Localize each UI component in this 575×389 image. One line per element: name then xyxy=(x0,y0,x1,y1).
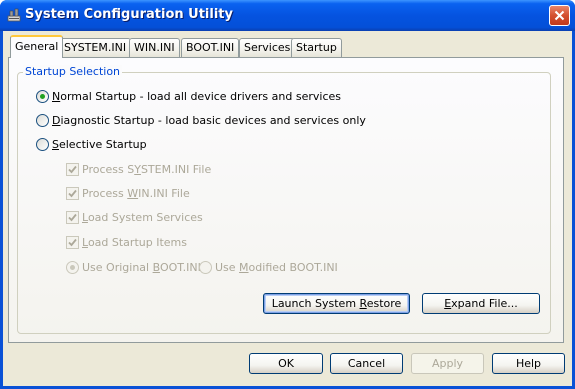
tab-label: WIN.INI xyxy=(134,41,175,54)
close-icon xyxy=(554,10,565,21)
launch-system-restore-label: Launch System Restore xyxy=(271,297,402,310)
checkbox-indicator xyxy=(66,211,79,224)
tab-system-ini[interactable]: SYSTEM.INI xyxy=(59,38,132,57)
checkmark-icon xyxy=(68,213,77,222)
tab-label: BOOT.INI xyxy=(186,41,235,54)
tab-boot-ini[interactable]: BOOT.INI xyxy=(181,38,240,57)
use-modified-boot-ini-label: Use Modified BOOT.INI xyxy=(215,261,338,274)
use-original-boot-ini-label: Use Original BOOT.INI xyxy=(82,261,201,274)
checkmark-icon xyxy=(68,238,77,247)
normal-startup-radio[interactable]: Normal Startup - load all device drivers… xyxy=(36,90,341,103)
startup-selection-group: Startup Selection Normal Startup - load … xyxy=(17,65,551,334)
tab-general[interactable]: General xyxy=(10,35,64,58)
apply-label: Apply xyxy=(431,357,464,370)
dialog-client-area: General SYSTEM.INI WIN.INI BOOT.INI Serv… xyxy=(3,31,572,386)
expand-file-button[interactable]: Expand File... xyxy=(422,293,540,314)
cancel-label: Cancel xyxy=(347,357,386,370)
launch-system-restore-button[interactable]: Launch System Restore xyxy=(263,293,410,314)
tab-win-ini[interactable]: WIN.INI xyxy=(129,38,180,57)
use-original-boot-ini-radio[interactable]: Use Original BOOT.INI xyxy=(66,261,201,274)
group-label: Startup Selection xyxy=(23,65,123,78)
selective-startup-radio[interactable]: Selective Startup xyxy=(36,138,147,151)
window-title: System Configuration Utility xyxy=(25,7,233,22)
general-tab-panel: Startup Selection Normal Startup - load … xyxy=(8,57,564,343)
use-modified-boot-ini-radio[interactable]: Use Modified BOOT.INI xyxy=(199,261,338,274)
tab-label: General xyxy=(15,40,59,53)
radio-indicator xyxy=(36,114,49,127)
expand-file-label: Expand File... xyxy=(444,297,518,310)
normal-startup-label: Normal Startup - load all device drivers… xyxy=(52,90,341,103)
cancel-button[interactable]: Cancel xyxy=(330,353,403,374)
process-system-ini-label: Process SYSTEM.INI File xyxy=(82,163,212,176)
diagnostic-startup-label: Diagnostic Startup - load basic devices … xyxy=(52,114,366,127)
radio-indicator xyxy=(36,138,49,151)
checkmark-icon xyxy=(68,189,77,198)
checkmark-icon xyxy=(68,165,77,174)
ok-button[interactable]: OK xyxy=(249,353,323,374)
load-system-services-label: Load System Services xyxy=(82,211,203,224)
dialog-window: System Configuration Utility General SYS… xyxy=(0,0,575,389)
tab-label: SYSTEM.INI xyxy=(64,41,127,54)
tab-services[interactable]: Services xyxy=(239,38,296,57)
process-win-ini-checkbox[interactable]: Process WIN.INI File xyxy=(66,187,190,200)
ok-label: OK xyxy=(278,357,294,370)
title-bar[interactable]: System Configuration Utility xyxy=(0,0,575,31)
radio-indicator xyxy=(36,90,49,103)
apply-button[interactable]: Apply xyxy=(411,353,484,374)
help-label: Help xyxy=(515,357,542,370)
checkbox-indicator xyxy=(66,163,79,176)
help-button[interactable]: Help xyxy=(492,353,565,374)
checkbox-indicator xyxy=(66,187,79,200)
radio-indicator xyxy=(66,261,79,274)
tab-label: Startup xyxy=(296,41,337,54)
config-utility-icon xyxy=(7,8,21,22)
tab-startup[interactable]: Startup xyxy=(291,38,342,57)
close-button[interactable] xyxy=(549,5,570,26)
load-startup-items-checkbox[interactable]: Load Startup Items xyxy=(66,236,187,249)
selective-startup-label: Selective Startup xyxy=(52,138,147,151)
checkbox-indicator xyxy=(66,236,79,249)
load-system-services-checkbox[interactable]: Load System Services xyxy=(66,211,203,224)
diagnostic-startup-radio[interactable]: Diagnostic Startup - load basic devices … xyxy=(36,114,366,127)
process-system-ini-checkbox[interactable]: Process SYSTEM.INI File xyxy=(66,163,211,176)
tab-label: Services xyxy=(244,41,291,54)
process-win-ini-label: Process WIN.INI File xyxy=(82,187,190,200)
radio-indicator xyxy=(199,261,212,274)
load-startup-items-label: Load Startup Items xyxy=(82,236,187,249)
